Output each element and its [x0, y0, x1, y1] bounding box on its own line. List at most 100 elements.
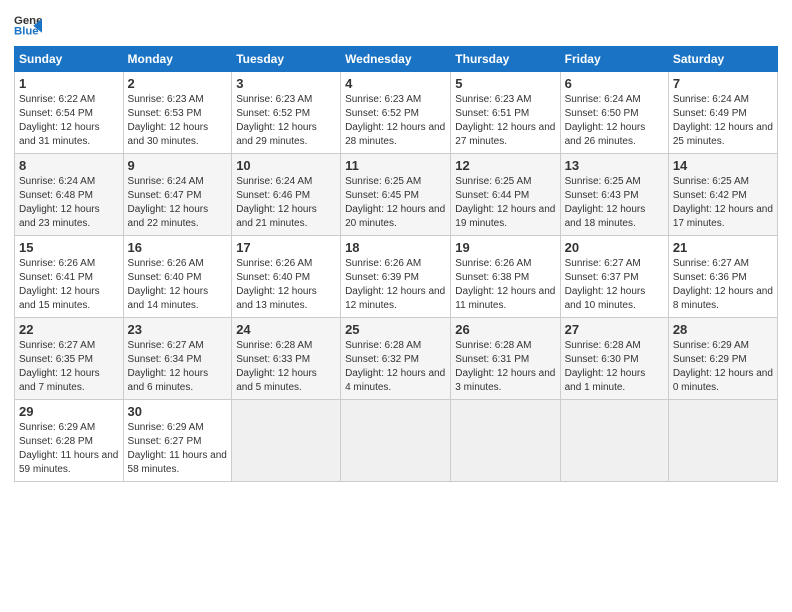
page-container: General Blue SundayMondayTuesdayWednesda… [0, 0, 792, 492]
day-cell-16: 16 Sunrise: 6:26 AMSunset: 6:40 PMDaylig… [123, 236, 232, 318]
day-info: Sunrise: 6:24 AMSunset: 6:48 PMDaylight:… [19, 176, 100, 229]
day-number: 28 [673, 322, 773, 337]
day-cell-18: 18 Sunrise: 6:26 AMSunset: 6:39 PMDaylig… [341, 236, 451, 318]
calendar-week-3: 15 Sunrise: 6:26 AMSunset: 6:41 PMDaylig… [15, 236, 778, 318]
logo-icon: General Blue [14, 10, 42, 38]
day-cell-13: 13 Sunrise: 6:25 AMSunset: 6:43 PMDaylig… [560, 154, 668, 236]
day-info: Sunrise: 6:26 AMSunset: 6:40 PMDaylight:… [128, 258, 209, 311]
day-info: Sunrise: 6:27 AMSunset: 6:36 PMDaylight:… [673, 258, 773, 311]
day-cell-3: 3 Sunrise: 6:23 AMSunset: 6:52 PMDayligh… [232, 72, 341, 154]
day-number: 4 [345, 76, 446, 91]
empty-cell [341, 400, 451, 482]
day-info: Sunrise: 6:23 AMSunset: 6:52 PMDaylight:… [236, 94, 317, 147]
day-info: Sunrise: 6:23 AMSunset: 6:53 PMDaylight:… [128, 94, 209, 147]
calendar-week-2: 8 Sunrise: 6:24 AMSunset: 6:48 PMDayligh… [15, 154, 778, 236]
page-header: General Blue [14, 10, 778, 38]
calendar-week-4: 22 Sunrise: 6:27 AMSunset: 6:35 PMDaylig… [15, 318, 778, 400]
day-cell-20: 20 Sunrise: 6:27 AMSunset: 6:37 PMDaylig… [560, 236, 668, 318]
day-number: 20 [565, 240, 664, 255]
day-info: Sunrise: 6:23 AMSunset: 6:52 PMDaylight:… [345, 94, 445, 147]
day-number: 30 [128, 404, 228, 419]
col-header-sunday: Sunday [15, 47, 124, 72]
day-cell-11: 11 Sunrise: 6:25 AMSunset: 6:45 PMDaylig… [341, 154, 451, 236]
day-cell-15: 15 Sunrise: 6:26 AMSunset: 6:41 PMDaylig… [15, 236, 124, 318]
day-cell-23: 23 Sunrise: 6:27 AMSunset: 6:34 PMDaylig… [123, 318, 232, 400]
day-number: 6 [565, 76, 664, 91]
svg-text:Blue: Blue [14, 26, 39, 38]
day-cell-24: 24 Sunrise: 6:28 AMSunset: 6:33 PMDaylig… [232, 318, 341, 400]
col-header-friday: Friday [560, 47, 668, 72]
day-info: Sunrise: 6:27 AMSunset: 6:34 PMDaylight:… [128, 340, 209, 393]
day-number: 13 [565, 158, 664, 173]
day-number: 2 [128, 76, 228, 91]
col-header-thursday: Thursday [451, 47, 560, 72]
day-info: Sunrise: 6:25 AMSunset: 6:42 PMDaylight:… [673, 176, 773, 229]
day-info: Sunrise: 6:25 AMSunset: 6:43 PMDaylight:… [565, 176, 646, 229]
day-cell-6: 6 Sunrise: 6:24 AMSunset: 6:50 PMDayligh… [560, 72, 668, 154]
day-number: 25 [345, 322, 446, 337]
calendar-week-1: 1 Sunrise: 6:22 AMSunset: 6:54 PMDayligh… [15, 72, 778, 154]
day-number: 3 [236, 76, 336, 91]
day-number: 5 [455, 76, 555, 91]
col-header-wednesday: Wednesday [341, 47, 451, 72]
day-info: Sunrise: 6:28 AMSunset: 6:31 PMDaylight:… [455, 340, 555, 393]
day-cell-26: 26 Sunrise: 6:28 AMSunset: 6:31 PMDaylig… [451, 318, 560, 400]
day-cell-10: 10 Sunrise: 6:24 AMSunset: 6:46 PMDaylig… [232, 154, 341, 236]
day-info: Sunrise: 6:25 AMSunset: 6:44 PMDaylight:… [455, 176, 555, 229]
day-cell-7: 7 Sunrise: 6:24 AMSunset: 6:49 PMDayligh… [668, 72, 777, 154]
day-info: Sunrise: 6:25 AMSunset: 6:45 PMDaylight:… [345, 176, 445, 229]
day-number: 21 [673, 240, 773, 255]
day-number: 7 [673, 76, 773, 91]
day-info: Sunrise: 6:26 AMSunset: 6:41 PMDaylight:… [19, 258, 100, 311]
col-header-tuesday: Tuesday [232, 47, 341, 72]
day-info: Sunrise: 6:26 AMSunset: 6:38 PMDaylight:… [455, 258, 555, 311]
day-number: 22 [19, 322, 119, 337]
empty-cell [668, 400, 777, 482]
day-number: 26 [455, 322, 555, 337]
day-info: Sunrise: 6:29 AMSunset: 6:27 PMDaylight:… [128, 422, 227, 475]
day-number: 19 [455, 240, 555, 255]
col-header-monday: Monday [123, 47, 232, 72]
col-header-saturday: Saturday [668, 47, 777, 72]
day-number: 27 [565, 322, 664, 337]
day-cell-29: 29 Sunrise: 6:29 AMSunset: 6:28 PMDaylig… [15, 400, 124, 482]
logo: General Blue [14, 10, 46, 38]
day-cell-4: 4 Sunrise: 6:23 AMSunset: 6:52 PMDayligh… [341, 72, 451, 154]
day-number: 15 [19, 240, 119, 255]
day-info: Sunrise: 6:27 AMSunset: 6:37 PMDaylight:… [565, 258, 646, 311]
day-cell-12: 12 Sunrise: 6:25 AMSunset: 6:44 PMDaylig… [451, 154, 560, 236]
day-cell-14: 14 Sunrise: 6:25 AMSunset: 6:42 PMDaylig… [668, 154, 777, 236]
day-cell-5: 5 Sunrise: 6:23 AMSunset: 6:51 PMDayligh… [451, 72, 560, 154]
day-number: 12 [455, 158, 555, 173]
day-cell-1: 1 Sunrise: 6:22 AMSunset: 6:54 PMDayligh… [15, 72, 124, 154]
day-info: Sunrise: 6:22 AMSunset: 6:54 PMDaylight:… [19, 94, 100, 147]
day-info: Sunrise: 6:23 AMSunset: 6:51 PMDaylight:… [455, 94, 555, 147]
day-info: Sunrise: 6:28 AMSunset: 6:32 PMDaylight:… [345, 340, 445, 393]
day-cell-25: 25 Sunrise: 6:28 AMSunset: 6:32 PMDaylig… [341, 318, 451, 400]
day-info: Sunrise: 6:28 AMSunset: 6:33 PMDaylight:… [236, 340, 317, 393]
calendar-table: SundayMondayTuesdayWednesdayThursdayFrid… [14, 46, 778, 482]
day-info: Sunrise: 6:26 AMSunset: 6:39 PMDaylight:… [345, 258, 445, 311]
day-cell-28: 28 Sunrise: 6:29 AMSunset: 6:29 PMDaylig… [668, 318, 777, 400]
day-info: Sunrise: 6:24 AMSunset: 6:46 PMDaylight:… [236, 176, 317, 229]
day-info: Sunrise: 6:27 AMSunset: 6:35 PMDaylight:… [19, 340, 100, 393]
day-number: 17 [236, 240, 336, 255]
day-info: Sunrise: 6:24 AMSunset: 6:47 PMDaylight:… [128, 176, 209, 229]
day-cell-27: 27 Sunrise: 6:28 AMSunset: 6:30 PMDaylig… [560, 318, 668, 400]
day-number: 16 [128, 240, 228, 255]
day-number: 24 [236, 322, 336, 337]
day-number: 10 [236, 158, 336, 173]
day-cell-17: 17 Sunrise: 6:26 AMSunset: 6:40 PMDaylig… [232, 236, 341, 318]
day-cell-30: 30 Sunrise: 6:29 AMSunset: 6:27 PMDaylig… [123, 400, 232, 482]
day-number: 23 [128, 322, 228, 337]
day-info: Sunrise: 6:29 AMSunset: 6:29 PMDaylight:… [673, 340, 773, 393]
day-cell-9: 9 Sunrise: 6:24 AMSunset: 6:47 PMDayligh… [123, 154, 232, 236]
day-number: 1 [19, 76, 119, 91]
day-number: 14 [673, 158, 773, 173]
day-info: Sunrise: 6:24 AMSunset: 6:50 PMDaylight:… [565, 94, 646, 147]
empty-cell [232, 400, 341, 482]
calendar-week-5: 29 Sunrise: 6:29 AMSunset: 6:28 PMDaylig… [15, 400, 778, 482]
calendar-header: SundayMondayTuesdayWednesdayThursdayFrid… [15, 47, 778, 72]
day-info: Sunrise: 6:24 AMSunset: 6:49 PMDaylight:… [673, 94, 773, 147]
day-info: Sunrise: 6:29 AMSunset: 6:28 PMDaylight:… [19, 422, 118, 475]
